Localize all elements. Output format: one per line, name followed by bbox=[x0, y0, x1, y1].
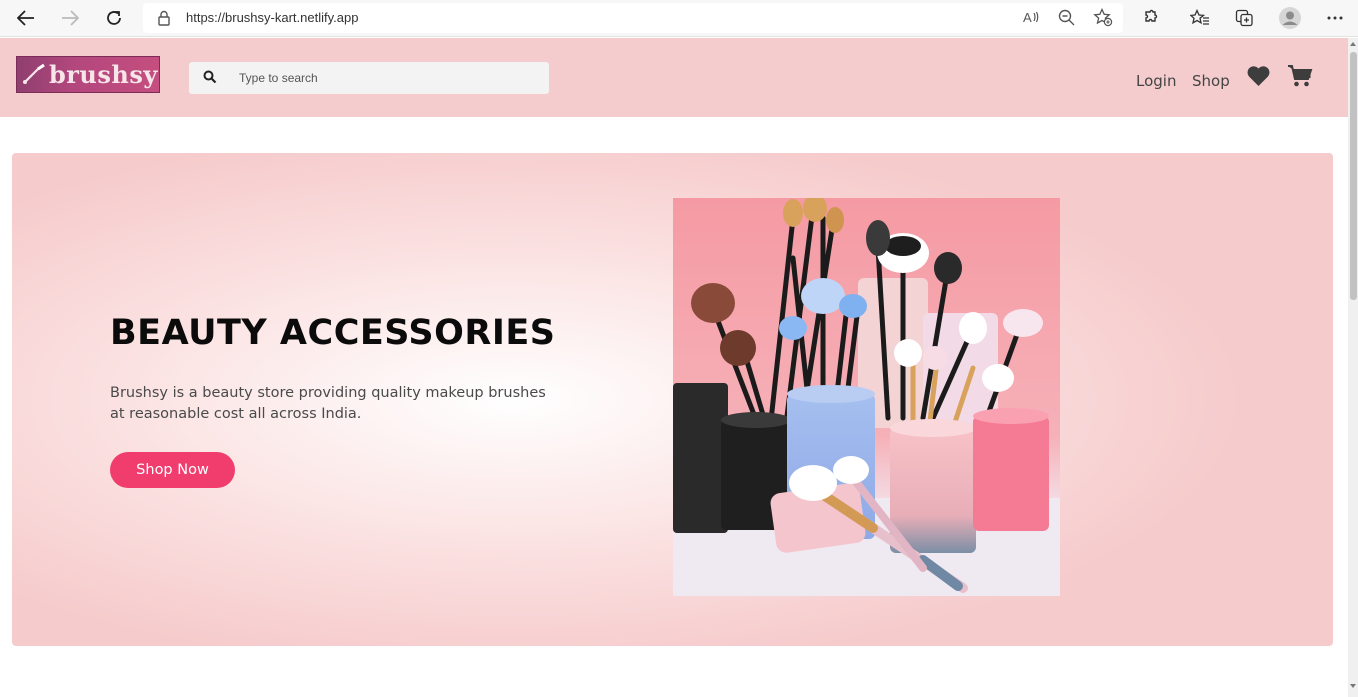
collections-icon[interactable] bbox=[1231, 6, 1257, 30]
more-icon[interactable] bbox=[1322, 6, 1348, 30]
browser-toolbar: https://brushsy-kart.netlify.app A bbox=[0, 0, 1358, 37]
refresh-icon[interactable] bbox=[100, 5, 128, 31]
cart-icon[interactable] bbox=[1287, 64, 1313, 88]
scroll-up-icon[interactable] bbox=[1348, 40, 1358, 48]
nav-login-link[interactable]: Login bbox=[1136, 72, 1176, 90]
svg-text:A: A bbox=[1023, 10, 1032, 25]
brush-logo-icon bbox=[23, 63, 45, 84]
lock-icon[interactable] bbox=[157, 10, 171, 30]
nav-shop-link[interactable]: Shop bbox=[1192, 72, 1230, 90]
makeup-brushes-image bbox=[673, 198, 1060, 596]
address-url[interactable]: https://brushsy-kart.netlify.app bbox=[186, 10, 358, 25]
zoom-icon[interactable] bbox=[1058, 9, 1075, 30]
favorite-add-icon[interactable] bbox=[1093, 7, 1113, 31]
favorites-icon[interactable] bbox=[1187, 6, 1213, 30]
scroll-thumb[interactable] bbox=[1350, 52, 1357, 300]
shop-now-button[interactable]: Shop Now bbox=[110, 452, 235, 488]
back-icon[interactable] bbox=[12, 5, 40, 31]
heart-icon[interactable] bbox=[1246, 65, 1271, 87]
profile-icon[interactable] bbox=[1277, 6, 1303, 30]
search-icon[interactable] bbox=[203, 70, 217, 84]
brushsy-logo[interactable]: brushsy bbox=[16, 56, 160, 93]
hero-banner: BEAUTY ACCESSORIES Brushsy is a beauty s… bbox=[12, 153, 1333, 646]
extensions-icon[interactable] bbox=[1138, 6, 1164, 30]
address-bar[interactable]: https://brushsy-kart.netlify.app A bbox=[143, 3, 1123, 33]
search-box[interactable] bbox=[189, 62, 549, 94]
read-aloud-icon[interactable]: A bbox=[1022, 9, 1040, 29]
hero-description: Brushsy is a beauty store providing qual… bbox=[110, 385, 546, 422]
search-input[interactable] bbox=[239, 62, 539, 94]
page-bottom bbox=[0, 693, 1348, 697]
scroll-down-icon[interactable] bbox=[1348, 682, 1358, 690]
logo-text: brushsy bbox=[49, 60, 158, 89]
forward-icon[interactable] bbox=[56, 5, 84, 31]
hero-title: BEAUTY ACCESSORIES bbox=[110, 313, 556, 353]
site-header: brushsy Login Shop bbox=[0, 38, 1348, 117]
page-scrollbar[interactable] bbox=[1348, 38, 1358, 697]
